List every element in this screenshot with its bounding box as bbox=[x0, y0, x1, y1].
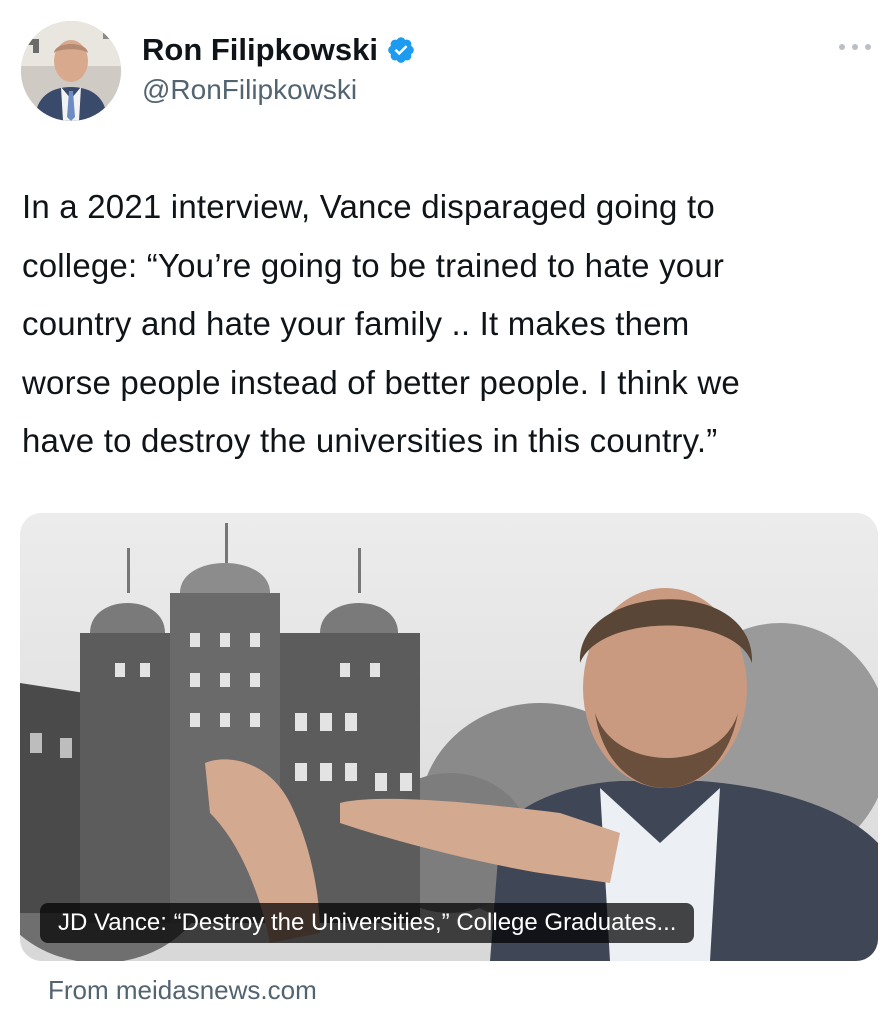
tweet-text-line: worse people instead of better people. I… bbox=[22, 363, 740, 401]
avatar-photo bbox=[21, 21, 121, 121]
tweet-text-line: In a 2021 interview, Vance disparaged go… bbox=[22, 188, 715, 225]
author-handle[interactable]: @RonFilipkowski bbox=[142, 74, 357, 106]
tweet-text: In a 2021 interview, Vance disparaged go… bbox=[22, 178, 882, 471]
link-preview-card[interactable]: JD Vance: “Destroy the Universities,” Co… bbox=[20, 513, 878, 961]
tweet-text-line: country and hate your family .. It makes… bbox=[22, 305, 690, 342]
tweet-text-line: have to destroy the universities in this… bbox=[22, 422, 718, 459]
more-options-icon[interactable] bbox=[837, 40, 873, 54]
link-source[interactable]: From meidasnews.com bbox=[48, 975, 317, 1006]
link-card-title: JD Vance: “Destroy the Universities,” Co… bbox=[40, 903, 695, 943]
verified-badge-icon bbox=[388, 37, 414, 63]
tweet-header: Ron Filipkowski @RonFilipkowski bbox=[0, 0, 895, 140]
author-display-name[interactable]: Ron Filipkowski bbox=[142, 32, 378, 68]
avatar[interactable] bbox=[21, 21, 121, 121]
link-preview-image bbox=[20, 513, 878, 961]
tweet-text-line: college: “You’re going to be trained to … bbox=[22, 246, 725, 284]
author-name-row: Ron Filipkowski bbox=[142, 30, 416, 70]
